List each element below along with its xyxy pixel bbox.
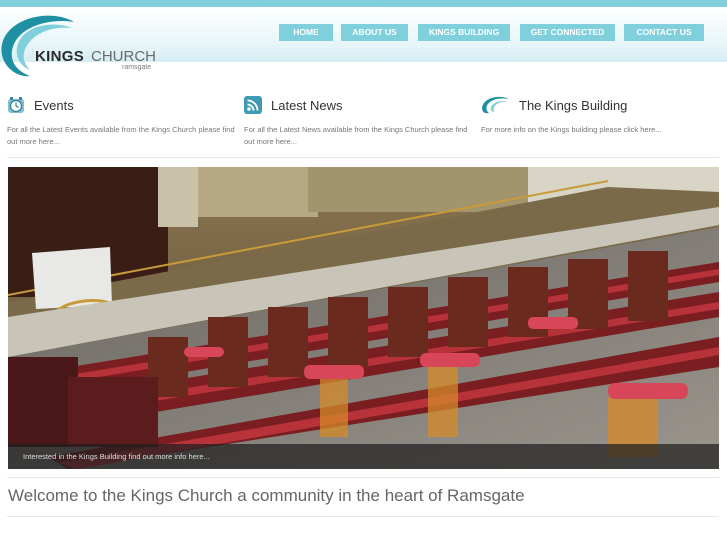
feature-title: Latest News [271,98,343,113]
feature-title: Events [34,98,74,113]
nav-home-button[interactable]: HOME [279,24,333,41]
clock-icon [8,97,24,113]
feature-description: For all the Latest News available from t… [244,125,468,146]
site-logo[interactable]: KINGS CHURCH ramsgate [0,14,170,78]
rss-icon [244,96,262,114]
feature-description: For more info on the Kings building plea… [481,125,662,134]
logo-name-light: CHURCH [91,48,156,65]
feature-title: The Kings Building [519,98,628,113]
theatre-seats-photo [8,167,719,469]
divider [7,516,719,517]
top-accent-bar [0,0,727,7]
hero-caption-text: Interested in the Kings Building find ou… [23,452,210,461]
logo-town: ramsgate [122,64,152,71]
nav-get-connected-button[interactable]: GET CONNECTED [520,24,615,41]
nav-contact-us-button[interactable]: CONTACT US [624,24,704,41]
divider [7,477,719,478]
hero-banner[interactable]: Interested in the Kings Building find ou… [8,167,719,469]
welcome-heading: Welcome to the Kings Church a community … [8,486,525,505]
swoosh-icon [482,96,509,114]
nav-kings-building-button[interactable]: KINGS BUILDING [418,24,510,41]
divider [7,157,719,158]
hero-caption-bar[interactable]: Interested in the Kings Building find ou… [8,444,719,469]
nav-about-us-button[interactable]: ABOUT US [341,24,408,41]
logo-name-bold: KINGS [35,48,85,65]
logo-swoosh-icon [1,15,75,77]
feature-description: For all the Latest Events available from… [7,125,235,146]
